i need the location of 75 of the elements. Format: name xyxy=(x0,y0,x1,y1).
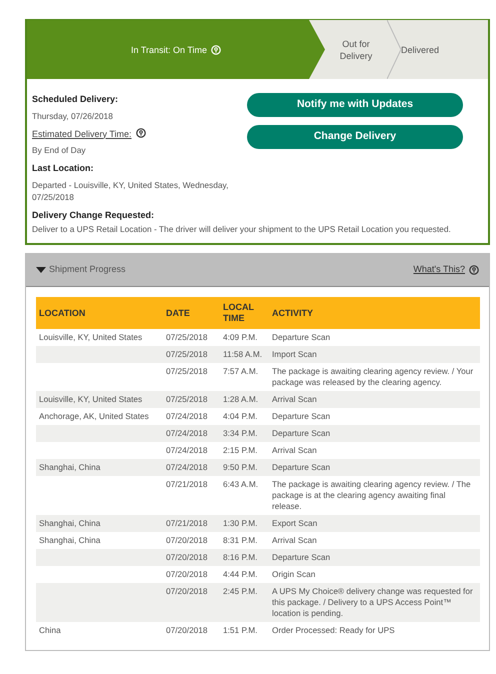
field-value: Deliver to a UPS Retail Location - The driver will deliver your shipment to the UPS Retail Location you requested. xyxy=(32,223,452,235)
table-cell: Shanghai, China xyxy=(36,459,163,476)
table-cell: Shanghai, China xyxy=(36,532,163,549)
action-button[interactable]: Notify me with Updates xyxy=(247,93,463,117)
table-cell: 07/21/2018 xyxy=(163,515,220,532)
table-cell: 7:57 A.M. xyxy=(220,363,269,391)
table-cell: 2:15 P.M. xyxy=(220,442,269,459)
table-cell: 07/24/2018 xyxy=(163,425,220,442)
progress-step: Out for Delivery xyxy=(325,20,387,79)
field-value: Departed - Louisville, KY, United States, Wednesday, 07/25/2018 xyxy=(32,178,230,202)
field-label: Scheduled Delivery: xyxy=(32,94,118,104)
table-cell: 07/24/2018 xyxy=(163,459,220,476)
table-cell: Shanghai, China xyxy=(36,515,163,532)
table-cell: Export Scan xyxy=(269,515,480,532)
field-label: Last Location: xyxy=(32,163,94,173)
table-cell: 4:09 P.M. xyxy=(220,329,269,346)
help-link[interactable]: What's This? xyxy=(413,263,465,277)
table-cell: Departure Scan xyxy=(269,425,480,442)
table-cell: Departure Scan xyxy=(269,329,480,346)
table-cell: 07/24/2018 xyxy=(163,442,220,459)
table-cell: Departure Scan xyxy=(269,549,480,566)
table-cell: 4:04 P.M. xyxy=(220,408,269,425)
table-cell: 07/21/2018 xyxy=(163,476,220,515)
table-cell: 07/25/2018 xyxy=(163,329,220,346)
table-cell: 6:43 A.M. xyxy=(220,476,269,515)
table-cell: 07/20/2018 xyxy=(163,549,220,566)
section-title[interactable]: Shipment Progress xyxy=(49,263,126,277)
table-cell: 1:30 P.M. xyxy=(220,515,269,532)
table-cell: Departure Scan xyxy=(269,459,480,476)
column-header: LOCATION xyxy=(36,297,163,329)
table-cell: 11:58 A.M. xyxy=(220,346,269,363)
field-value: Thursday, 07/26/2018 xyxy=(32,110,114,122)
table-cell: 07/20/2018 xyxy=(163,622,220,639)
table-cell: 2:45 P.M. xyxy=(220,583,269,622)
field-label-link[interactable]: Estimated Delivery Time: xyxy=(32,128,132,138)
table-cell: 1:51 P.M. xyxy=(220,622,269,639)
field-value: By End of Day xyxy=(32,144,87,156)
table-cell: Arrival Scan xyxy=(269,532,480,549)
table-cell: 3:34 P.M. xyxy=(220,425,269,442)
table-cell: Louisville, KY, United States xyxy=(36,391,163,408)
table-cell: A UPS My Choice® delivery change was requested for this package. / Delivery to a UPS Access Point™ location is pending. xyxy=(269,583,480,622)
column-header: LOCAL TIME xyxy=(220,297,269,329)
table-cell: 4:44 P.M. xyxy=(220,566,269,583)
progress-step: Delivered xyxy=(401,20,440,79)
table-cell: 8:31 P.M. xyxy=(220,532,269,549)
table-cell: 07/25/2018 xyxy=(163,363,220,391)
table-cell: Anchorage, AK, United States xyxy=(36,408,163,425)
table-cell: Import Scan xyxy=(269,346,480,363)
action-button[interactable]: Change Delivery xyxy=(247,125,463,149)
table-cell: Order Processed: Ready for UPS xyxy=(269,622,480,639)
table-cell: Origin Scan xyxy=(269,566,480,583)
table-cell: 07/20/2018 xyxy=(163,583,220,622)
table-cell: Departure Scan xyxy=(269,408,480,425)
table-cell: 1:28 A.M. xyxy=(220,391,269,408)
table-cell: The package is awaiting clearing agency review. / The package is at the clearing agency awaiting final release. xyxy=(269,476,480,515)
help-icon[interactable] xyxy=(136,128,146,138)
table-cell: 07/25/2018 xyxy=(163,346,220,363)
table-cell: 07/20/2018 xyxy=(163,566,220,583)
table-cell: The package is awaiting clearing agency review. / Your package was released by the clearing agency. xyxy=(269,363,480,391)
table-cell: 8:16 P.M. xyxy=(220,549,269,566)
table-cell: Arrival Scan xyxy=(269,442,480,459)
field-label: Delivery Change Requested: xyxy=(32,210,154,220)
step-separator xyxy=(387,20,401,79)
caret-icon[interactable] xyxy=(36,267,46,273)
table-cell: China xyxy=(36,622,163,639)
progress-step: In Transit: On Time xyxy=(27,20,325,79)
table-cell: 9:50 P.M. xyxy=(220,459,269,476)
table-cell: Arrival Scan xyxy=(269,391,480,408)
table-cell: 07/20/2018 xyxy=(163,532,220,549)
table-cell: 07/24/2018 xyxy=(163,408,220,425)
table-cell: 07/25/2018 xyxy=(163,391,220,408)
column-header: ACTIVITY xyxy=(269,297,480,329)
help-icon[interactable] xyxy=(469,265,479,275)
column-header: DATE xyxy=(163,297,220,329)
table-cell: Louisville, KY, United States xyxy=(36,329,163,346)
